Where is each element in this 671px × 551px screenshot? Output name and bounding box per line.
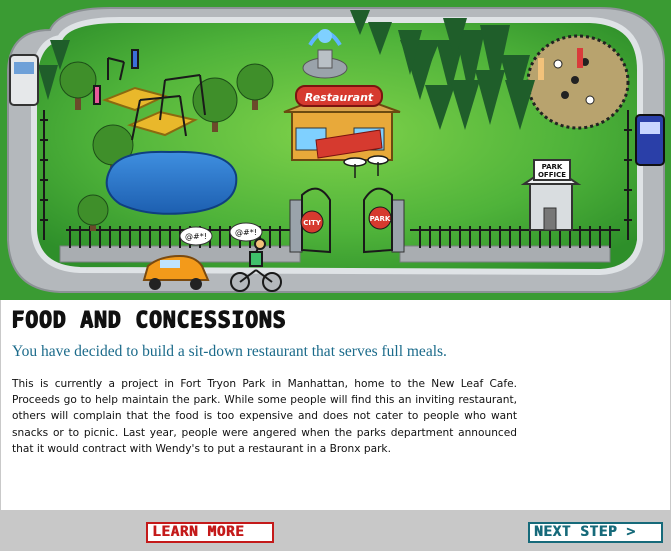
- speech-bubble-2-text: @#*!: [235, 228, 257, 237]
- park-scene: Restaurant PARK OFFICE CITY PARK @#*! @#…: [0, 0, 671, 300]
- dog-run: [526, 34, 630, 130]
- speech-bubble-1-text: @#*!: [185, 232, 207, 241]
- restaurant-sign: Restaurant: [305, 91, 374, 104]
- speech-bubble-1: @#*!: [179, 226, 213, 246]
- speech-bubble-2: @#*!: [229, 222, 263, 242]
- page-title: FOOD AND CONCESSIONS: [11, 308, 286, 333]
- office-sign-line2: OFFICE: [538, 171, 566, 179]
- restaurant: Restaurant: [283, 85, 401, 161]
- learn-more-button[interactable]: LEARN MORE: [146, 522, 274, 543]
- bus-left: [9, 54, 39, 106]
- gate-right-sign: PARK: [370, 215, 391, 223]
- next-step-button[interactable]: NEXT STEP >: [528, 522, 663, 543]
- pond: [105, 150, 238, 215]
- bus-right: [635, 114, 665, 166]
- low-wall-right: [399, 245, 611, 263]
- gate-left-sign: CITY: [303, 219, 322, 227]
- office-sign-line1: PARK: [542, 163, 563, 171]
- description-paragraph: This is currently a project in Fort Tryo…: [12, 378, 517, 455]
- decision-subtitle: You have decided to build a sit-down res…: [12, 343, 447, 360]
- footer-bar: LEARN MORE NEXT STEP >: [0, 510, 671, 551]
- content-panel: FOOD AND CONCESSIONS You have decided to…: [0, 300, 671, 510]
